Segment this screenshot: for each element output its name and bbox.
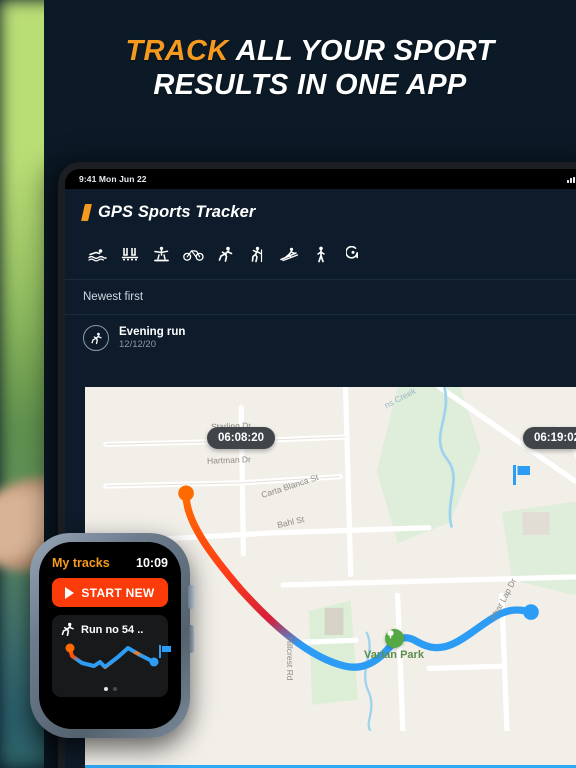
status-bar-icons xyxy=(567,175,576,183)
watch-side-button[interactable] xyxy=(189,625,194,653)
watch-screen: My tracks 10:09 START NEW Run no 54 .. xyxy=(39,542,181,729)
sort-order-label[interactable]: Newest first xyxy=(65,280,576,314)
track-date: 12/12/20 xyxy=(119,339,156,351)
finish-flag-icon xyxy=(513,465,530,485)
app-header: GPS Sports Tracker xyxy=(65,189,576,235)
skating-icon[interactable] xyxy=(113,241,145,267)
street-label: Hillcrest Rd xyxy=(285,637,295,681)
brand-accent-icon xyxy=(81,204,92,221)
watch-title: My tracks xyxy=(52,556,110,570)
swimming-icon[interactable] xyxy=(81,241,113,267)
track-name: Evening run xyxy=(119,326,186,338)
skiing-icon[interactable] xyxy=(273,241,305,267)
headline-accent-word: TRACK xyxy=(125,35,229,67)
headline-rest-line1: ALL YOUR SPORT xyxy=(228,35,495,67)
street-label: Hartman Dr xyxy=(206,454,252,466)
headline-line2: RESULTS IN ONE APP xyxy=(153,69,467,102)
track-entry-text: Evening run 12/12/20 xyxy=(119,325,185,352)
hiking-icon[interactable] xyxy=(241,241,273,267)
cycling-icon[interactable] xyxy=(177,241,209,267)
watch-clock: 10:09 xyxy=(136,556,168,570)
page-dots xyxy=(60,687,160,691)
watch-track-card[interactable]: Run no 54 .. xyxy=(52,615,171,697)
running-icon[interactable] xyxy=(209,241,241,267)
page-dot-active[interactable] xyxy=(103,687,108,691)
watch-header: My tracks 10:09 xyxy=(52,556,168,570)
sport-type-tabs xyxy=(65,235,576,279)
walking-icon[interactable] xyxy=(305,241,337,267)
cellular-bars-icon xyxy=(567,175,576,183)
watch-route-thumbnail xyxy=(65,643,171,669)
watch-card-header: Run no 54 .. xyxy=(60,622,160,637)
park-label: Varian Park xyxy=(364,649,424,661)
status-bar-time: 9:41 Mon Jun 22 xyxy=(79,174,147,184)
track-list-item[interactable]: Evening run 12/12/20 xyxy=(65,315,576,362)
play-icon xyxy=(65,586,75,599)
location-pin-icon[interactable] xyxy=(337,241,369,267)
start-new-button[interactable]: START NEW xyxy=(52,578,168,607)
tree-icon xyxy=(385,629,404,648)
status-bar: 9:41 Mon Jun 22 xyxy=(65,169,576,189)
snowboarding-icon[interactable] xyxy=(145,241,177,267)
start-time-badge: 06:08:20 xyxy=(207,427,276,449)
watch-card-title: Run no 54 .. xyxy=(81,623,144,636)
smartwatch-device: My tracks 10:09 START NEW Run no 54 .. xyxy=(30,533,195,738)
start-new-label: START NEW xyxy=(81,585,155,600)
watch-crown[interactable] xyxy=(188,585,195,609)
app-title: GPS Sports Tracker xyxy=(98,203,256,221)
running-icon xyxy=(61,622,74,637)
end-time-badge: 06:19:02 xyxy=(523,427,576,449)
page-title: TRACK ALL YOUR SPORT RESULTS IN ONE APP xyxy=(44,34,576,102)
running-icon xyxy=(83,325,109,352)
page-dot[interactable] xyxy=(112,687,117,691)
